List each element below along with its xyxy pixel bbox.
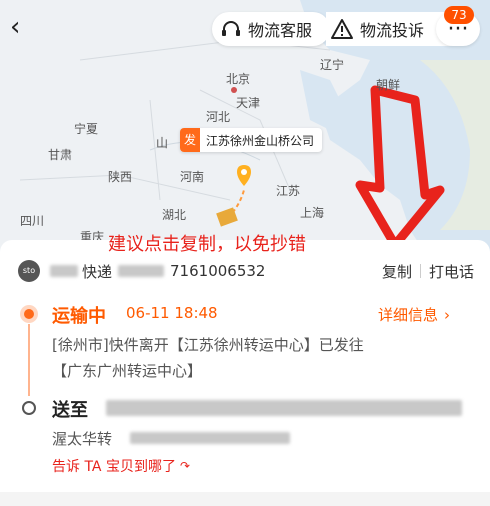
logistics-complaint-button[interactable]: 物流投诉: [326, 12, 454, 46]
chevron-left-icon: ‹: [10, 12, 21, 42]
logistics-service-button[interactable]: 物流客服: [212, 12, 330, 46]
map-label-shanghai: 上海: [300, 206, 325, 220]
courier-logo: sto: [18, 260, 40, 282]
details-link[interactable]: 详细信息 ›: [378, 304, 450, 325]
destination-dot: [22, 401, 36, 415]
headset-icon: [222, 21, 240, 36]
chevron-right-icon: ›: [444, 305, 451, 324]
notification-badge: 73: [444, 6, 474, 24]
logistics-complaint-label: 物流投诉: [360, 21, 425, 40]
redacted-recipient: [106, 400, 462, 416]
status-time: 06-11 18:48: [126, 304, 218, 322]
origin-tag-label: 江苏徐州金山桥公司: [206, 133, 315, 148]
timeline-line: [28, 324, 30, 396]
tell-recipient-link[interactable]: 告诉 TA 宝贝到哪了 ↷: [52, 456, 190, 476]
copy-button[interactable]: 复制: [382, 261, 412, 282]
status-line-2: 【广东广州转运中心】: [52, 362, 203, 380]
call-button[interactable]: 打电话: [429, 261, 474, 282]
divider: [419, 264, 421, 278]
map-label-henan: 河南: [180, 170, 205, 184]
bottom-strip: [0, 492, 490, 506]
send-to-label: 送至: [52, 400, 88, 421]
annotation-text: 建议点击复制，以免抄错: [108, 234, 306, 255]
map-label-gansu: 甘肃: [48, 148, 73, 162]
map-label-korea: 朝鲜: [376, 78, 401, 92]
map-label-sichuan: 四川: [20, 214, 45, 228]
tracking-number: 7161006532: [170, 262, 266, 280]
origin-tag-prefix: 发: [180, 128, 201, 152]
details-label: 详细信息: [378, 306, 439, 324]
map-label-jiangsu: 江苏: [276, 184, 301, 198]
courier-name: 快递: [82, 262, 113, 281]
map-label-tianjin: 天津: [236, 96, 261, 110]
status-title: 运输中: [52, 306, 106, 327]
map-label-hubei: 湖北: [162, 208, 187, 222]
status-line-1: [徐州市]快件离开【江苏徐州转运中心】已发往: [52, 336, 364, 354]
map-label-hebei: 河北: [206, 110, 231, 124]
redacted-address: [130, 432, 290, 444]
redacted-number-prefix: [118, 265, 165, 277]
status-dot: [24, 309, 34, 319]
back-button[interactable]: ‹: [10, 12, 38, 42]
logistics-service-label: 物流客服: [248, 21, 313, 40]
tell-label: 告诉 TA 宝贝到哪了: [52, 459, 176, 475]
share-icon: ↷: [179, 459, 191, 473]
map-label-liaoning: 辽宁: [320, 58, 345, 72]
map-label-shaanxi: 陕西: [108, 170, 133, 184]
origin-tag: 发 江苏徐州金山桥公司: [180, 128, 323, 152]
warning-icon: [331, 19, 353, 39]
shipment-row: sto 快递 7161006532 复制 打电话: [18, 258, 474, 284]
map-label-shanxi: 山: [156, 136, 169, 150]
address-prefix: 渥太华转: [52, 430, 113, 448]
redacted-courier: [50, 265, 78, 277]
map-label-beijing: 北京: [226, 72, 251, 86]
map-label-ningxia: 宁夏: [74, 122, 99, 136]
